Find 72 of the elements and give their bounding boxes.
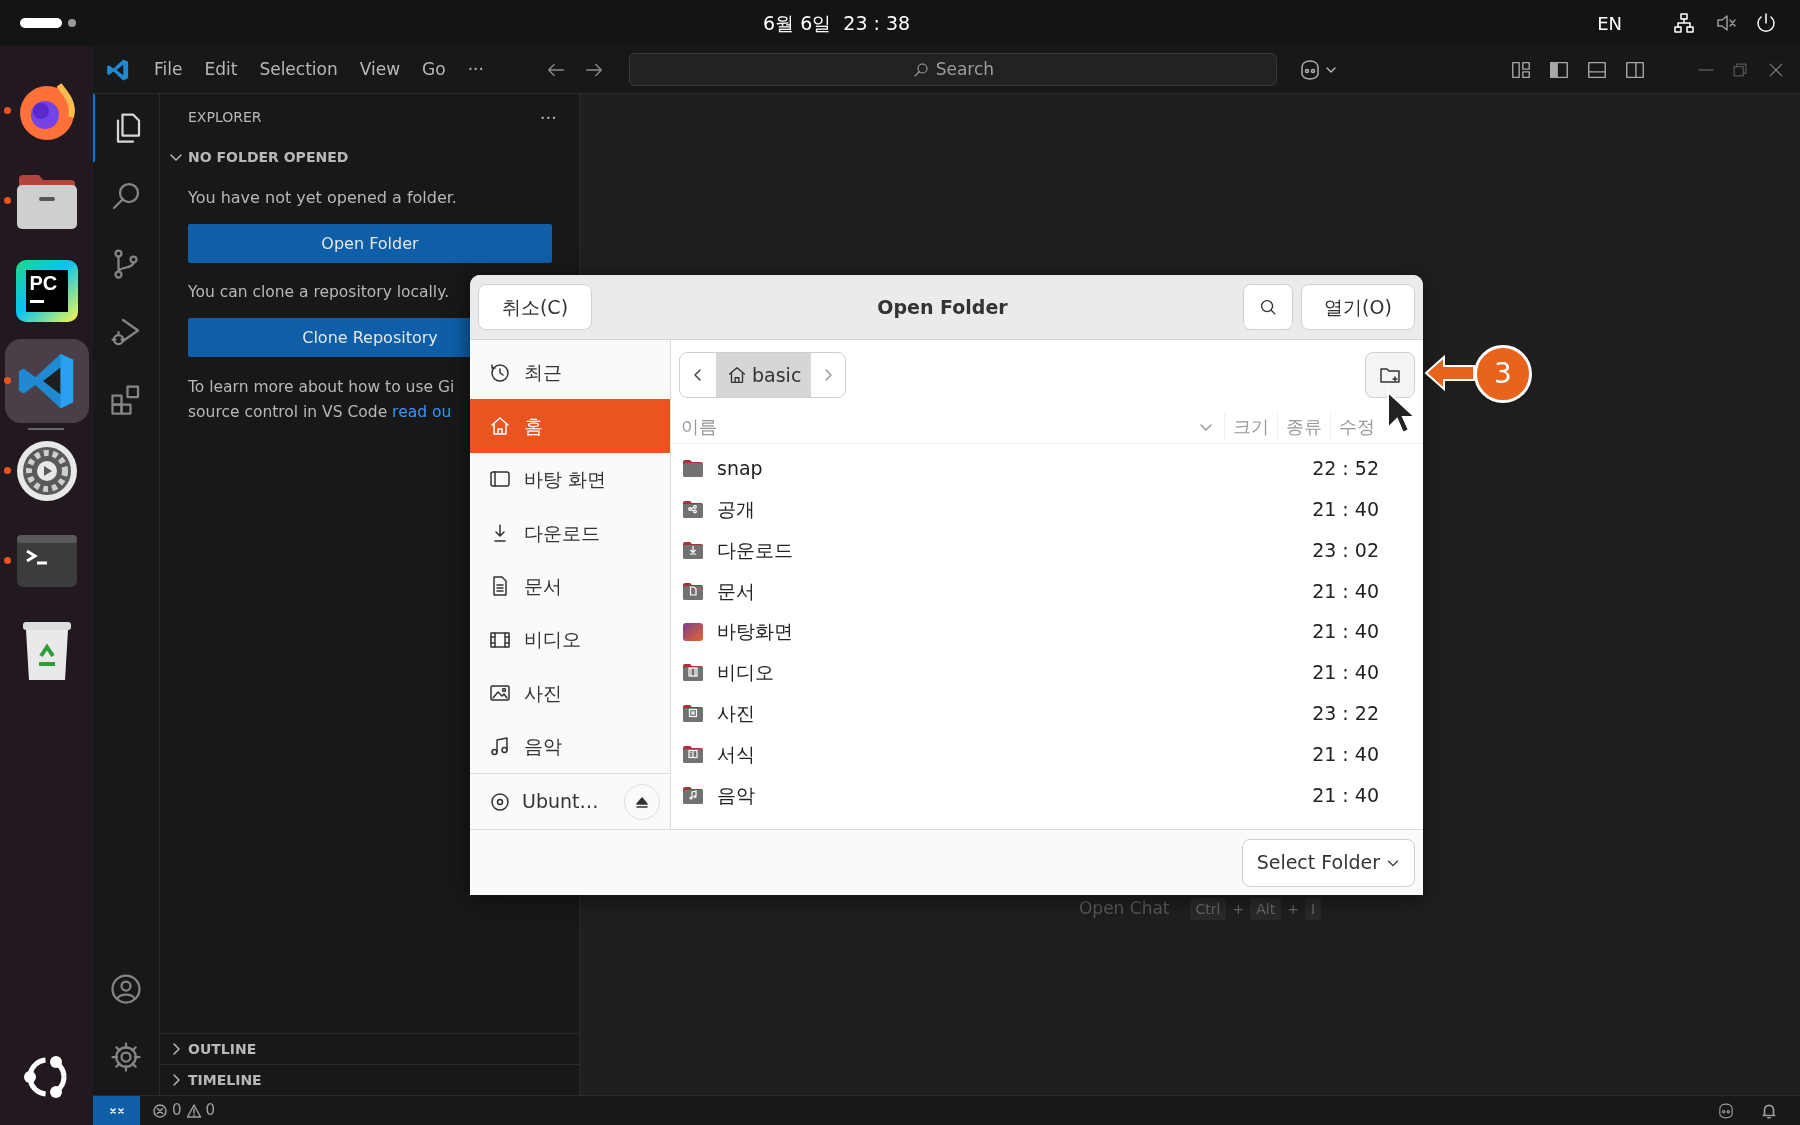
plus-sign: + [1287, 899, 1299, 919]
file-name[interactable]: 바탕화면 [717, 617, 793, 646]
cancel-button[interactable]: 취소(C) [478, 284, 592, 330]
callout-arrow [1424, 353, 1476, 393]
plus-sign: + [1232, 899, 1245, 919]
filter-dropdown[interactable]: Select Folder [1241, 838, 1415, 887]
activities-indicator[interactable] [20, 18, 76, 28]
error-icon [152, 1102, 168, 1119]
home-icon [726, 364, 748, 386]
read-docs-link[interactable]: read ou [392, 403, 452, 422]
key-cap: Ctrl [1189, 898, 1227, 920]
remote-button[interactable] [93, 1095, 140, 1125]
open-button[interactable]: 열기(O) [1301, 284, 1415, 330]
place-item[interactable]: Ubunt… [488, 787, 599, 816]
menu-item[interactable]: ··· [456, 56, 495, 83]
problems-indicator[interactable]: 0 0 [152, 1099, 216, 1122]
place-item[interactable]: 바탕 화면 [470, 452, 670, 507]
message-text: You have not yet opened a folder. [188, 187, 458, 209]
warning-icon [185, 1102, 202, 1119]
dialog-title: Open Folder [876, 294, 1009, 320]
section-header[interactable]: OUTLINE [160, 1033, 579, 1064]
file-name[interactable]: 비디오 [717, 658, 774, 687]
terminal-icon[interactable] [14, 533, 79, 589]
vscode-logo [106, 57, 130, 82]
power-icon [1754, 11, 1778, 35]
path-segment[interactable]: basic [716, 353, 812, 397]
place-item[interactable]: 사진 [470, 666, 670, 720]
file-name[interactable]: 음악 [717, 780, 755, 809]
place-item[interactable]: 음악 [470, 719, 670, 774]
open-folder-button[interactable]: Open Folder [188, 224, 552, 263]
message-text: You can clone a repository locally. [188, 282, 451, 303]
section-header[interactable]: NO FOLDER OPENED [160, 140, 579, 174]
file-name[interactable]: snap [717, 454, 763, 483]
modified-time: 23 : 22 [1312, 700, 1380, 726]
file-name[interactable]: 사진 [717, 698, 755, 728]
menu-item[interactable]: View [348, 56, 412, 83]
language-indicator[interactable]: EN [1597, 9, 1622, 37]
open-chat-hint: Open Chat [1078, 897, 1170, 921]
place-item[interactable]: 비디오 [470, 612, 670, 667]
file-name[interactable]: 서식 [717, 739, 755, 769]
menu-item[interactable]: File [143, 56, 194, 83]
minimize-icon [1698, 68, 1714, 71]
modified-time: 21 : 40 [1312, 741, 1380, 767]
modified-time: 21 : 40 [1312, 496, 1380, 522]
search-button[interactable] [1243, 284, 1293, 330]
more-actions[interactable]: ··· [539, 103, 557, 131]
place-item[interactable]: 다운로드 [470, 506, 670, 560]
dock-separator [28, 428, 64, 430]
menu-item[interactable]: Selection [248, 56, 349, 83]
file-name[interactable]: 공개 [717, 494, 755, 524]
new-folder-button[interactable] [1365, 352, 1415, 398]
account-icon [108, 971, 144, 1007]
network-icon [1672, 11, 1696, 35]
modified-time: 22 : 52 [1312, 456, 1380, 482]
modified-time: 23 : 02 [1312, 537, 1380, 563]
gear-icon[interactable] [14, 439, 79, 503]
modified-time: 21 : 40 [1312, 782, 1380, 808]
clock[interactable]: 6월 6일 23 : 38 [763, 8, 911, 38]
panel-title: EXPLORER [188, 107, 262, 127]
key-cap: Alt [1250, 898, 1282, 920]
place-item[interactable]: 문서 [470, 559, 670, 613]
file-name[interactable]: 다운로드 [717, 535, 793, 565]
modified-time: 21 : 40 [1312, 578, 1380, 604]
modified-time: 21 : 40 [1312, 660, 1380, 686]
menu-item[interactable]: Edit [193, 56, 249, 83]
pycharm-icon[interactable]: PC [15, 260, 78, 322]
modified-time: 21 : 40 [1312, 619, 1380, 645]
copilot-icon [1716, 1101, 1736, 1120]
search-field[interactable]: Search [628, 53, 1277, 86]
menu-item[interactable]: Go [411, 56, 457, 83]
place-item[interactable]: 홈 [470, 399, 670, 453]
file-name[interactable]: 문서 [717, 576, 755, 606]
